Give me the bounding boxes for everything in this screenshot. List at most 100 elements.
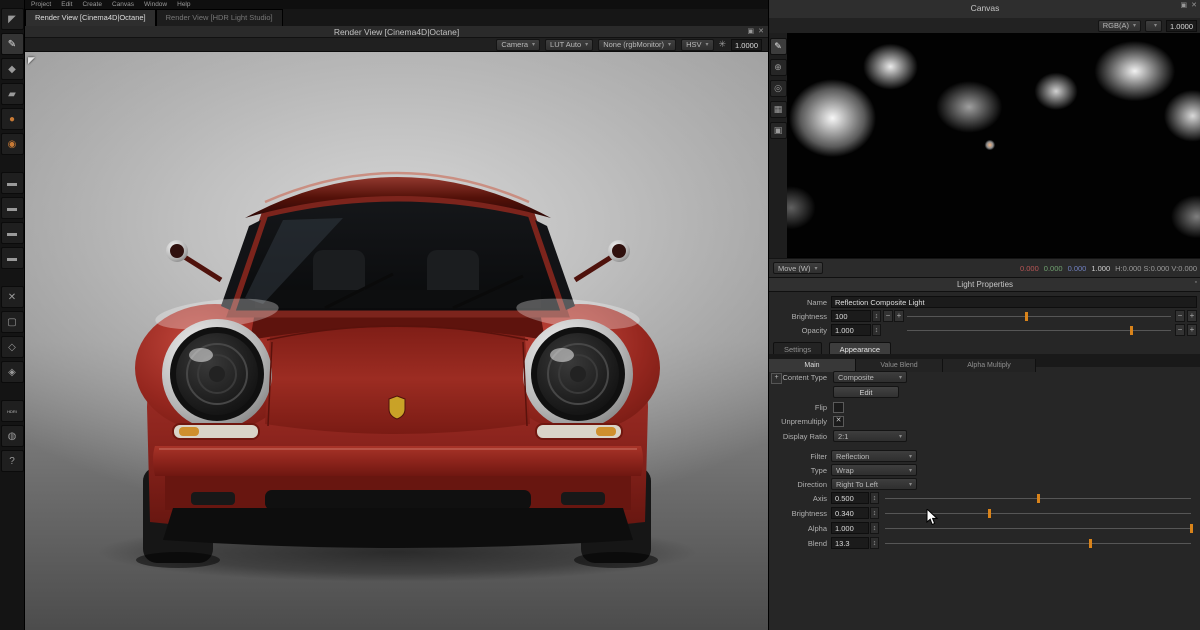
- delete-icon[interactable]: ✕: [1, 286, 24, 308]
- select-tool-icon[interactable]: ◤: [1, 8, 24, 30]
- monitor-dropdown[interactable]: None (rgbMonitor)▾: [598, 39, 676, 51]
- composite-icon[interactable]: ◈: [1, 361, 24, 383]
- filter-brightness-value-field[interactable]: 0.340: [831, 507, 869, 519]
- menu-help[interactable]: Help: [177, 1, 190, 8]
- alpha-spinner[interactable]: ↕: [870, 522, 879, 534]
- slider-plus-button[interactable]: +: [1187, 310, 1197, 322]
- axis-value-field[interactable]: 0.500: [831, 492, 869, 504]
- chevron-down-icon: ▾: [668, 41, 671, 48]
- pen-tool-icon[interactable]: ◆: [1, 58, 24, 80]
- type-dropdown[interactable]: Wrap▾: [831, 464, 917, 476]
- unpremultiply-checkbox[interactable]: ✕: [833, 416, 844, 427]
- brightness-value-field[interactable]: 100: [831, 310, 871, 322]
- slider-handle[interactable]: [1190, 524, 1193, 533]
- slider-handle[interactable]: [1025, 312, 1028, 321]
- select-tool-overlay-icon[interactable]: ◤: [28, 55, 35, 66]
- display-mode-dropdown[interactable]: ▾: [1145, 20, 1162, 32]
- chevron-down-icon: ▾: [705, 41, 708, 48]
- brightness-decrement-button[interactable]: −: [883, 310, 893, 322]
- canvas-exposure-field[interactable]: 1.0000: [1166, 20, 1197, 32]
- gear-icon[interactable]: ✳: [719, 39, 727, 50]
- axis-spinner[interactable]: ↕: [870, 492, 879, 504]
- opacity-value-field[interactable]: 1.000: [831, 324, 871, 336]
- strip-light-icon[interactable]: ▬: [1, 197, 24, 219]
- close-icon[interactable]: ✕: [758, 27, 764, 35]
- chevron-down-icon: ▾: [899, 374, 902, 381]
- blend-slider[interactable]: [885, 537, 1191, 550]
- blend-spinner[interactable]: ↕: [870, 537, 879, 549]
- pixel-g-value: 0.000: [1044, 264, 1063, 273]
- chevron-down-icon: ▾: [909, 481, 912, 488]
- content-type-value: Composite: [838, 373, 874, 382]
- menu-canvas[interactable]: Canvas: [112, 1, 134, 8]
- blend-row: Blend 13.3 ↕: [769, 537, 1200, 550]
- axis-slider[interactable]: [885, 492, 1191, 505]
- exposure-field[interactable]: 1.0000: [731, 39, 762, 51]
- rotate-icon[interactable]: ◇: [1, 336, 24, 358]
- globe-icon[interactable]: ◍: [1, 425, 24, 447]
- brightness-row: Brightness 100 ↕ − + − +: [769, 310, 1200, 323]
- hdri-icon[interactable]: HDRI: [1, 400, 24, 422]
- opacity-spinner[interactable]: ↕: [872, 324, 881, 336]
- picker-tool-icon[interactable]: ▣: [770, 122, 787, 139]
- menu-window[interactable]: Window: [144, 1, 167, 8]
- move-tool-icon[interactable]: ⊕: [770, 59, 787, 76]
- name-label: Name: [769, 298, 827, 307]
- lut-dropdown[interactable]: LUT Auto▾: [545, 39, 593, 51]
- edit-button[interactable]: Edit: [833, 386, 899, 398]
- slider-handle[interactable]: [988, 509, 991, 518]
- brush-tool-icon[interactable]: ✎: [770, 38, 787, 55]
- slider-handle[interactable]: [1037, 494, 1040, 503]
- zoom-tool-icon[interactable]: ◎: [770, 80, 787, 97]
- gradient-light-icon[interactable]: ▬: [1, 172, 24, 194]
- tool-mode-label: Move (W): [778, 264, 811, 273]
- brush-tool-icon[interactable]: ✎: [1, 33, 24, 55]
- brightness-spinner[interactable]: ↕: [872, 310, 881, 322]
- pixel-r-value: 0.000: [1020, 264, 1039, 273]
- frame-icon[interactable]: ▢: [1, 311, 24, 333]
- display-ratio-dropdown[interactable]: 2:1▾: [833, 430, 907, 442]
- name-field[interactable]: Reflection Composite Light: [831, 296, 1197, 308]
- slider-handle[interactable]: [1089, 539, 1092, 548]
- help-icon[interactable]: ?: [1, 450, 24, 472]
- dock-icon[interactable]: ▣: [748, 27, 755, 35]
- filter-dropdown[interactable]: Reflection▾: [831, 450, 917, 462]
- sphere-light-icon[interactable]: ●: [1, 108, 24, 130]
- camera-dropdown[interactable]: Camera▾: [496, 39, 540, 51]
- chevron-down-icon: ▾: [585, 41, 588, 48]
- alpha-label: Alpha: [769, 524, 827, 533]
- canvas-header: Canvas ▣ ✕: [769, 0, 1200, 18]
- flame-light-icon[interactable]: ◉: [1, 133, 24, 155]
- area-light-icon[interactable]: ▬: [1, 247, 24, 269]
- direction-dropdown[interactable]: Right To Left▾: [831, 478, 917, 490]
- slider-plus-button[interactable]: +: [1187, 324, 1197, 336]
- slider-minus-button[interactable]: −: [1175, 324, 1185, 336]
- tab-render-view-hdr[interactable]: Render View [HDR Light Studio]: [156, 9, 283, 26]
- slider-handle[interactable]: [1130, 326, 1133, 335]
- close-icon[interactable]: ✕: [1191, 1, 1197, 9]
- slider-minus-button[interactable]: −: [1175, 310, 1185, 322]
- opacity-slider[interactable]: [907, 324, 1171, 337]
- plane-light-icon[interactable]: ▬: [1, 222, 24, 244]
- menu-project[interactable]: Project: [31, 1, 51, 8]
- render-viewport[interactable]: ◤: [25, 52, 768, 630]
- float-window-icon[interactable]: ▫: [1195, 279, 1197, 286]
- brightness-increment-button[interactable]: +: [894, 310, 904, 322]
- grid-toggle-icon[interactable]: ▦: [770, 101, 787, 118]
- colorspace-dropdown[interactable]: HSV▾: [681, 39, 713, 51]
- hdr-canvas-image[interactable]: [787, 33, 1200, 258]
- filter-brightness-spinner[interactable]: ↕: [870, 507, 879, 519]
- menu-edit[interactable]: Edit: [61, 1, 72, 8]
- brightness-slider[interactable]: [907, 310, 1171, 323]
- tool-mode-dropdown[interactable]: Move (W)▾: [773, 262, 823, 274]
- channel-dropdown[interactable]: RGB(A)▾: [1098, 20, 1141, 32]
- flip-checkbox[interactable]: [833, 402, 844, 413]
- tab-render-view-cinema4d[interactable]: Render View [Cinema4D|Octane]: [25, 9, 156, 26]
- unpremultiply-label: Unpremultiply: [769, 417, 827, 426]
- menu-create[interactable]: Create: [82, 1, 102, 8]
- content-type-dropdown[interactable]: Composite ▾: [833, 371, 907, 383]
- eraser-tool-icon[interactable]: ▰: [1, 83, 24, 105]
- alpha-value-field[interactable]: 1.000: [831, 522, 869, 534]
- blend-value-field[interactable]: 13.3: [831, 537, 869, 549]
- dock-icon[interactable]: ▣: [1181, 1, 1188, 9]
